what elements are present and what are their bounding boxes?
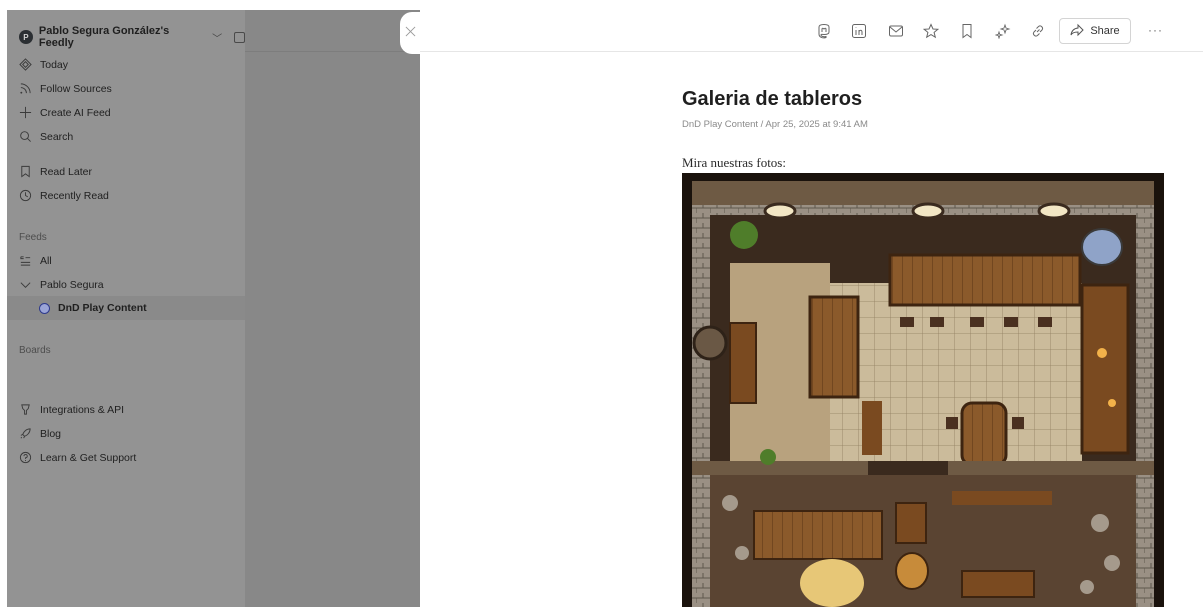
article-body-text: Mira nuestras fotos: (682, 155, 786, 170)
feed-source-item[interactable]: DnD Play Content (39, 302, 147, 314)
workspace-switcher[interactable]: P Pablo Segura González's Feedly ﹀ (19, 25, 245, 49)
window-edge (0, 0, 7, 607)
workspace-avatar: P (19, 30, 33, 44)
rocket-icon (19, 427, 32, 440)
feeds-all-label: All (40, 254, 52, 267)
mastodon-icon[interactable] (816, 23, 832, 39)
help-icon (19, 451, 32, 464)
nav-follow-sources-label: Follow Sources (40, 82, 112, 95)
close-icon (405, 24, 416, 42)
today-icon (19, 58, 32, 71)
nav-create-ai-feed[interactable]: Create AI Feed (19, 106, 111, 119)
divider (245, 51, 420, 52)
share-button[interactable]: Share (1059, 18, 1131, 44)
nav-read-later[interactable]: Read Later (19, 165, 92, 178)
bookmark-icon[interactable] (959, 23, 975, 39)
nav-read-later-label: Read Later (40, 165, 92, 178)
feed-folder-label: Pablo Segura (40, 278, 104, 291)
feed-source-label: DnD Play Content (58, 302, 147, 314)
star-icon[interactable] (923, 23, 939, 39)
sidebar: P Pablo Segura González's Feedly ﹀ Today… (7, 10, 245, 607)
article-list-pane (245, 10, 420, 607)
collapse-sidebar-icon[interactable] (234, 31, 245, 43)
feed-folder[interactable]: Pablo Segura (19, 278, 104, 291)
feed-source-icon (39, 302, 50, 314)
more-options-button[interactable]: ··· (1148, 23, 1163, 37)
share-label: Share (1090, 25, 1120, 37)
window-top-edge (0, 0, 420, 10)
nav-today-label: Today (40, 58, 69, 71)
link-icon[interactable] (1030, 23, 1046, 39)
article-title: Galeria de tableros (682, 88, 863, 110)
nav-recently-read-label: Recently Read (40, 189, 109, 202)
nav-learn-support-label: Learn & Get Support (40, 451, 137, 464)
nav-integrations[interactable]: Integrations & API (19, 403, 124, 416)
plug-icon (19, 403, 32, 416)
plus-icon (19, 106, 32, 119)
ai-sparkle-icon[interactable] (995, 23, 1011, 39)
feeds-all[interactable]: All (19, 254, 52, 267)
boards-section-label: Boards (19, 345, 51, 356)
clock-icon (19, 189, 32, 202)
search-icon (19, 130, 32, 143)
close-article-button[interactable] (400, 12, 420, 54)
workspace-title: Pablo Segura González's Feedly (38, 25, 170, 49)
chevron-down-icon: ﹀ (212, 33, 223, 45)
nav-search-label: Search (40, 130, 74, 143)
nav-blog-label: Blog (40, 427, 62, 440)
nav-blog[interactable]: Blog (19, 427, 61, 440)
article-image[interactable] (682, 173, 1164, 607)
nav-create-ai-feed-label: Create AI Feed (40, 106, 111, 119)
nav-integrations-label: Integrations & API (40, 403, 125, 416)
rss-icon (19, 82, 32, 95)
email-icon[interactable] (888, 23, 904, 39)
nav-follow-sources[interactable]: Follow Sources (19, 82, 112, 95)
feeds-section-label: Feeds (19, 232, 47, 243)
linkedin-icon[interactable] (851, 23, 867, 39)
list-icon (19, 254, 32, 267)
article-meta: DnD Play Content / Apr 25, 2025 at 9:41 … (682, 119, 868, 130)
article-toolbar: Share ··· (420, 10, 1203, 52)
bookmark-icon (19, 165, 32, 178)
nav-search[interactable]: Search (19, 130, 73, 143)
nav-today[interactable]: Today (19, 58, 68, 71)
nav-learn-support[interactable]: Learn & Get Support (19, 451, 136, 464)
chevron-down-icon[interactable] (19, 278, 32, 291)
share-icon (1070, 23, 1085, 40)
nav-recently-read[interactable]: Recently Read (19, 189, 109, 202)
